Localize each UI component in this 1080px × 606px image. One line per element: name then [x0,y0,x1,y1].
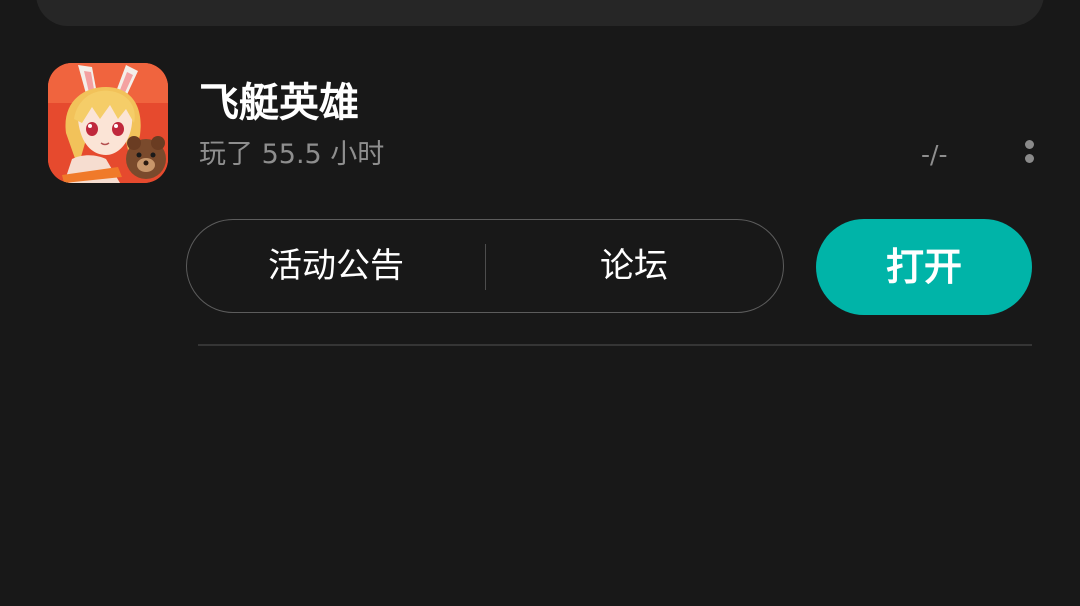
game-list-page: 飞艇英雄 玩了 55.5 小时 -/- 活动公告 论坛 打开 [0,0,1080,606]
list-separator [198,344,1032,346]
rank-value: -/- [921,140,948,169]
more-dot [1025,154,1034,163]
playtime-text: 玩了 55.5 小时 [199,139,385,170]
open-game-button[interactable]: 打开 [816,219,1032,315]
previous-card [36,0,1044,26]
game-title[interactable]: 飞艇英雄 [199,77,359,129]
more-dot [1025,140,1034,149]
announcements-button[interactable]: 活动公告 [187,220,485,312]
game-app-icon[interactable] [48,63,168,183]
game-icon-art [48,63,168,183]
forum-button[interactable]: 论坛 [485,220,783,312]
game-actions-group: 活动公告 论坛 [186,219,784,313]
more-options-icon[interactable] [1020,140,1038,168]
